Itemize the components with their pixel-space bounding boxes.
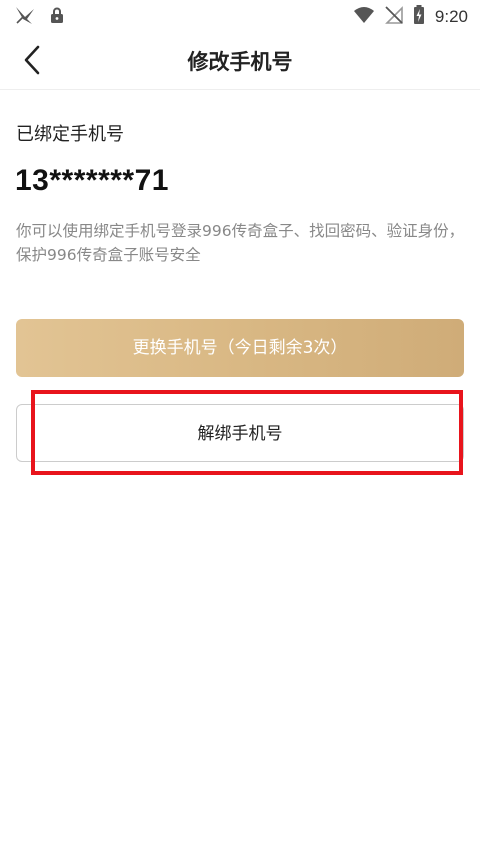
- bound-phone-label: 已绑定手机号: [16, 124, 124, 145]
- lock-icon: [50, 7, 64, 28]
- nav-bar: 修改手机号: [0, 34, 480, 90]
- status-left-icons: [14, 5, 64, 29]
- unbind-phone-button[interactable]: 解绑手机号: [16, 404, 464, 462]
- page-title: 修改手机号: [187, 50, 293, 74]
- status-bar: 9:20: [0, 0, 480, 34]
- change-phone-button[interactable]: 更换手机号（今日剩余3次）: [16, 319, 464, 377]
- status-right-icons: 9:20: [353, 5, 468, 29]
- phone-number: 13*******71: [15, 164, 169, 197]
- description-text: 你可以使用绑定手机号登录996传奇盒子、找回密码、验证身份，保护996传奇盒子账…: [16, 222, 465, 264]
- no-sim-icon: [384, 6, 403, 28]
- battery-charging-icon: [413, 5, 425, 29]
- back-button[interactable]: [14, 44, 50, 80]
- bird-notification-icon: [14, 5, 36, 29]
- status-time: 9:20: [434, 7, 468, 26]
- chevron-left-icon: [22, 45, 42, 79]
- wifi-icon: [353, 6, 375, 28]
